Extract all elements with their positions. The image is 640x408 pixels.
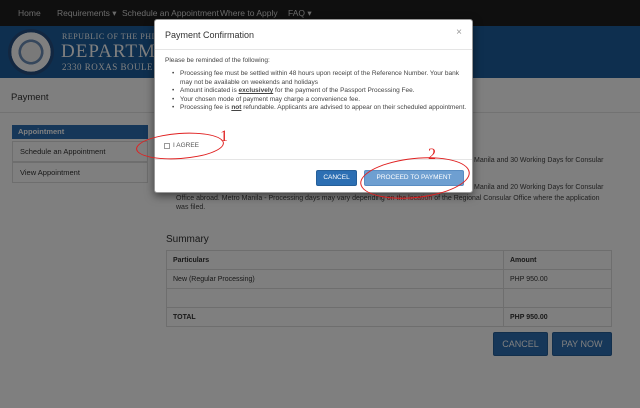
list-item: Processing fee is not refundable. Applic… — [172, 104, 467, 113]
list-item: Processing fee must be settled within 48… — [172, 70, 467, 87]
note-emphasis: exclusively — [238, 87, 274, 94]
annotation-number-1: 1 — [220, 128, 228, 145]
list-item: Amount indicated is exclusively for the … — [172, 87, 467, 96]
note-text: Processing fee is — [180, 104, 232, 111]
modal-intro-text: Please be reminded of the following: — [165, 57, 270, 64]
annotation-number-2: 2 — [428, 146, 436, 163]
modal-title: Payment Confirmation — [165, 30, 255, 40]
note-text: Your chosen mode of payment may charge a… — [180, 95, 361, 103]
modal-cancel-button[interactable]: CANCEL — [316, 170, 357, 186]
reminder-list: Processing fee must be settled within 48… — [172, 70, 467, 113]
note-text: refundable. Applicants are advised to ap… — [241, 104, 467, 111]
note-text: Processing fee must be settled within 48… — [180, 70, 459, 86]
note-emphasis: not — [231, 104, 242, 111]
note-text: for the payment of the Passport Processi… — [273, 87, 415, 94]
note-text: Amount indicated is — [180, 87, 239, 94]
close-icon[interactable]: × — [456, 27, 462, 38]
modal-header-divider — [155, 49, 472, 50]
list-item: Your chosen mode of payment may charge a… — [172, 96, 467, 105]
